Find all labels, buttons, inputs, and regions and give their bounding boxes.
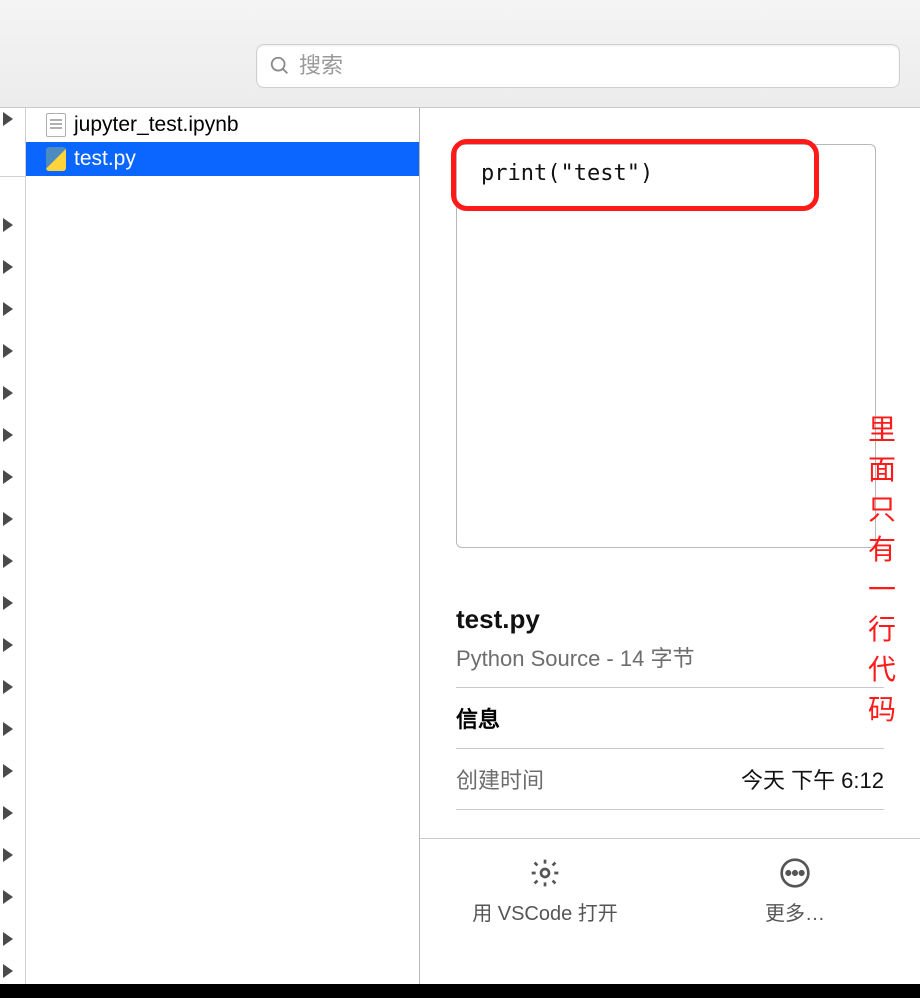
more-actions-button[interactable]: 更多… bbox=[705, 857, 885, 926]
disclosure-triangle-icon[interactable] bbox=[3, 260, 13, 274]
disclosure-triangle-icon[interactable] bbox=[3, 112, 13, 126]
disclosure-triangle-icon[interactable] bbox=[3, 470, 13, 484]
quick-actions-bar: 用 VSCode 打开 更多… bbox=[420, 838, 920, 984]
disclosure-triangle-icon[interactable] bbox=[3, 596, 13, 610]
file-name: test.py bbox=[74, 147, 136, 171]
file-preview-thumbnail[interactable]: print("test") bbox=[456, 144, 876, 548]
info-value: 今天 下午 6:12 bbox=[741, 763, 884, 795]
disclosure-triangle-icon[interactable] bbox=[3, 218, 13, 232]
disclosure-triangle-icon[interactable] bbox=[3, 848, 13, 862]
search-icon bbox=[269, 55, 291, 77]
dock-shadow bbox=[0, 984, 920, 998]
preview-code-line: print("test") bbox=[481, 161, 653, 186]
disclosure-triangle-icon[interactable] bbox=[3, 344, 13, 358]
disclosure-triangle-icon[interactable] bbox=[3, 806, 13, 820]
file-name: jupyter_test.ipynb bbox=[74, 113, 239, 137]
disclosure-triangle-icon[interactable] bbox=[3, 386, 13, 400]
disclosure-triangle-icon[interactable] bbox=[3, 554, 13, 568]
gear-icon bbox=[529, 857, 561, 889]
file-row-selected[interactable]: test.py bbox=[26, 142, 419, 176]
toolbar bbox=[0, 0, 920, 108]
action-label: 更多… bbox=[765, 897, 825, 926]
disclosure-triangle-icon[interactable] bbox=[3, 932, 13, 946]
disclosure-triangle-icon[interactable] bbox=[3, 302, 13, 316]
preview-pane: print("test") 里面只有一行代码 test.py Python So… bbox=[420, 108, 920, 984]
action-label: 用 VSCode 打开 bbox=[472, 897, 618, 926]
disclosure-triangle-icon[interactable] bbox=[3, 428, 13, 442]
more-icon bbox=[779, 857, 811, 889]
divider bbox=[456, 748, 884, 749]
disclosure-triangle-icon[interactable] bbox=[3, 964, 13, 978]
disclosure-triangle-icon[interactable] bbox=[3, 512, 13, 526]
preview-filename: test.py bbox=[456, 604, 884, 635]
python-file-icon bbox=[46, 147, 66, 171]
info-key: 创建时间 bbox=[456, 763, 544, 795]
file-list: jupyter_test.ipynb test.py bbox=[26, 108, 420, 984]
disclosure-triangle-icon[interactable] bbox=[3, 722, 13, 736]
search-input[interactable] bbox=[299, 53, 887, 79]
annotation-text: 里面只有一行代码 bbox=[868, 408, 920, 728]
info-row-created: 创建时间 今天 下午 6:12 bbox=[456, 763, 884, 795]
open-with-vscode-button[interactable]: 用 VSCode 打开 bbox=[455, 857, 635, 926]
disclosure-triangle-icon[interactable] bbox=[3, 764, 13, 778]
search-field[interactable] bbox=[256, 44, 900, 88]
info-heading: 信息 bbox=[456, 702, 884, 734]
preview-subtitle: Python Source - 14 字节 bbox=[456, 641, 884, 673]
file-row[interactable]: jupyter_test.ipynb bbox=[26, 108, 419, 142]
divider bbox=[456, 809, 884, 810]
disclosure-triangle-icon[interactable] bbox=[3, 680, 13, 694]
disclosure-triangle-icon[interactable] bbox=[3, 638, 13, 652]
disclosure-triangle-icon[interactable] bbox=[3, 890, 13, 904]
outline-gutter bbox=[0, 108, 26, 984]
divider bbox=[456, 687, 884, 688]
notebook-file-icon bbox=[46, 113, 66, 137]
